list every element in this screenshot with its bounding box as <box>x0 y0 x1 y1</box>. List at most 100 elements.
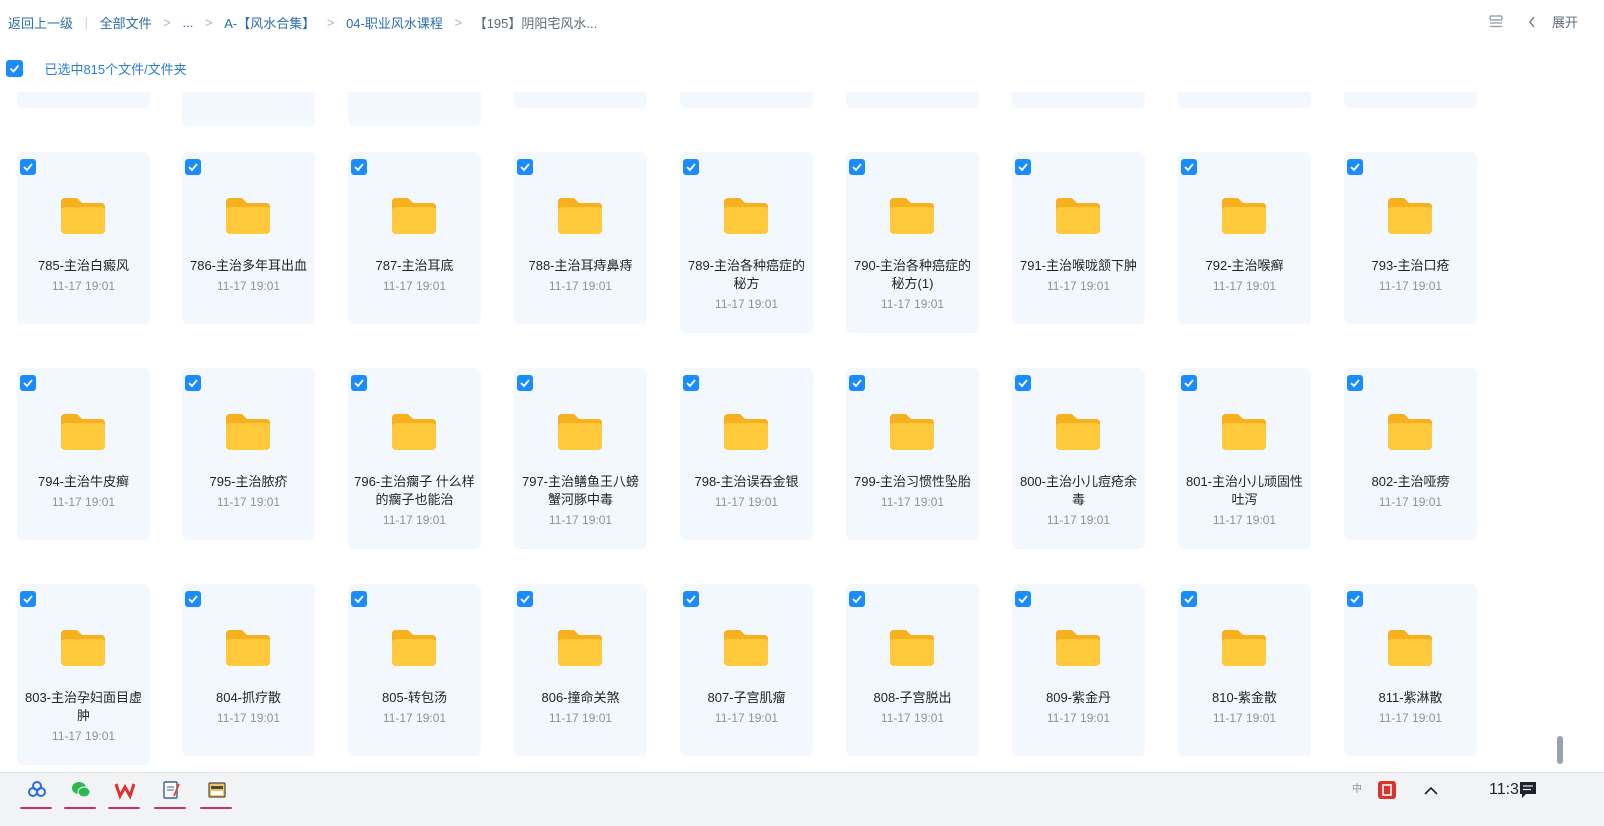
back-link[interactable]: 返回上一级 <box>8 13 73 32</box>
folder-tile[interactable]: 798-主治误吞金银 11-17 19:01 <box>680 368 813 540</box>
security-shield-icon[interactable] <box>1376 779 1398 803</box>
expand-button[interactable]: 展开 <box>1552 12 1578 31</box>
folder-select-checkbox[interactable] <box>1181 591 1197 607</box>
folder-name[interactable]: 810-紫金散 11-17 19:01 <box>1184 689 1305 728</box>
folder-select-checkbox[interactable] <box>351 375 367 391</box>
folder-tile[interactable]: 811-紫淋散 11-17 19:01 <box>1344 584 1477 756</box>
breadcrumb-all-files[interactable]: 全部文件 <box>100 13 152 32</box>
folder-name[interactable]: 787-主治耳底 11-17 19:01 <box>354 257 475 296</box>
folder-name[interactable]: 788-主治耳痔鼻痔 11-17 19:01 <box>520 257 641 296</box>
folder-select-checkbox[interactable] <box>1347 591 1363 607</box>
ime-indicator[interactable]: 中 <box>1352 779 1362 803</box>
folder-tile[interactable]: 801-主治小儿顽固性吐泻 11-17 19:01 <box>1178 368 1311 549</box>
folder-tile[interactable]: 810-紫金散 11-17 19:01 <box>1178 584 1311 756</box>
folder-select-checkbox[interactable] <box>1347 375 1363 391</box>
taskbar-app-button[interactable] <box>104 777 144 809</box>
folder-name[interactable]: 805-转包汤 11-17 19:01 <box>354 689 475 728</box>
folder-select-checkbox[interactable] <box>185 159 201 175</box>
folder-tile[interactable]: 790-主治各种癌症的秘方(1) 11-17 19:01 <box>846 152 979 333</box>
chevron-left-icon[interactable] <box>1528 16 1536 28</box>
folder-name[interactable]: 796-主治瘸子 什么样的瘸子也能治 11-17 19:01 <box>354 473 475 530</box>
folder-name[interactable]: 792-主治喉癣 11-17 19:01 <box>1184 257 1305 296</box>
folder-select-checkbox[interactable] <box>185 375 201 391</box>
folder-tile[interactable]: 793-主治口疮 11-17 19:01 <box>1344 152 1477 324</box>
folder-tile[interactable]: 788-主治耳痔鼻痔 11-17 19:01 <box>514 152 647 324</box>
folder-select-checkbox[interactable] <box>1015 159 1031 175</box>
file-tile-partial[interactable] <box>1344 92 1477 108</box>
select-all-checkbox[interactable] <box>6 60 23 77</box>
folder-name[interactable]: 802-主治哑痨 11-17 19:01 <box>1350 473 1471 512</box>
folder-select-checkbox[interactable] <box>849 375 865 391</box>
folder-tile[interactable]: 799-主治习惯性坠胎 11-17 19:01 <box>846 368 979 540</box>
folder-name[interactable]: 790-主治各种癌症的秘方(1) 11-17 19:01 <box>852 257 973 314</box>
folder-tile[interactable]: 792-主治喉癣 11-17 19:01 <box>1178 152 1311 324</box>
folder-tile[interactable]: 804-抓疗散 11-17 19:01 <box>182 584 315 756</box>
folder-select-checkbox[interactable] <box>20 375 36 391</box>
folder-select-checkbox[interactable] <box>849 159 865 175</box>
folder-name[interactable]: 786-主治多年耳出血 11-17 19:01 <box>188 257 309 296</box>
folder-select-checkbox[interactable] <box>517 159 533 175</box>
folder-tile[interactable]: 785-主治白癜风 11-17 19:01 <box>17 152 150 324</box>
file-tile-partial[interactable] <box>1178 92 1311 108</box>
folder-select-checkbox[interactable] <box>683 159 699 175</box>
folder-name[interactable]: 793-主治口疮 11-17 19:01 <box>1350 257 1471 296</box>
folder-tile[interactable]: 806-撞命关煞 11-17 19:01 <box>514 584 647 756</box>
folder-tile[interactable]: 794-主治牛皮癣 11-17 19:01 <box>17 368 150 540</box>
folder-name[interactable]: 801-主治小儿顽固性吐泻 11-17 19:01 <box>1184 473 1305 530</box>
folder-name[interactable]: 807-子宫肌瘤 11-17 19:01 <box>686 689 807 728</box>
folder-select-checkbox[interactable] <box>351 159 367 175</box>
folder-name[interactable]: 806-撞命关煞 11-17 19:01 <box>520 689 641 728</box>
folder-tile[interactable]: 786-主治多年耳出血 11-17 19:01 <box>182 152 315 324</box>
folder-name[interactable]: 789-主治各种癌症的秘方 11-17 19:01 <box>686 257 807 314</box>
folder-tile[interactable]: 800-主治小儿痘疮余毒 11-17 19:01 <box>1012 368 1145 549</box>
folder-select-checkbox[interactable] <box>1015 375 1031 391</box>
folder-tile[interactable]: 791-主治喉咙颔下肿 11-17 19:01 <box>1012 152 1145 324</box>
folder-name[interactable]: 811-紫淋散 11-17 19:01 <box>1350 689 1471 728</box>
folder-name[interactable]: 794-主治牛皮癣 11-17 19:01 <box>23 473 144 512</box>
folder-select-checkbox[interactable] <box>1181 375 1197 391</box>
folder-name[interactable]: 797-主治鳝鱼王八螃蟹河豚中毒 11-17 19:01 <box>520 473 641 530</box>
folder-select-checkbox[interactable] <box>20 159 36 175</box>
folder-tile[interactable]: 805-转包汤 11-17 19:01 <box>348 584 481 756</box>
folder-name[interactable]: 803-主治孕妇面目虚肿 11-17 19:01 <box>23 689 144 746</box>
folder-name[interactable]: 799-主治习惯性坠胎 11-17 19:01 <box>852 473 973 512</box>
folder-select-checkbox[interactable] <box>351 591 367 607</box>
file-tile-partial[interactable] <box>846 92 979 108</box>
folder-select-checkbox[interactable] <box>20 591 36 607</box>
taskbar-app-button[interactable] <box>196 777 236 809</box>
folder-select-checkbox[interactable] <box>1015 591 1031 607</box>
file-tile-partial[interactable] <box>1012 92 1145 108</box>
folder-tile[interactable]: 807-子宫肌瘤 11-17 19:01 <box>680 584 813 756</box>
folder-name[interactable]: 785-主治白癜风 11-17 19:01 <box>23 257 144 296</box>
folder-name[interactable]: 808-子宫脱出 11-17 19:01 <box>852 689 973 728</box>
folder-select-checkbox[interactable] <box>1347 159 1363 175</box>
folder-select-checkbox[interactable] <box>683 375 699 391</box>
breadcrumb-ellipsis[interactable]: ... <box>183 15 194 30</box>
taskbar-app-button[interactable] <box>60 777 100 809</box>
folder-select-checkbox[interactable] <box>517 591 533 607</box>
breadcrumb-folder-course[interactable]: 04-职业风水课程 <box>346 13 443 32</box>
taskbar-app-button[interactable] <box>150 777 190 809</box>
folder-name[interactable]: 800-主治小儿痘疮余毒 11-17 19:01 <box>1018 473 1139 530</box>
list-view-icon[interactable] <box>1489 15 1503 28</box>
folder-select-checkbox[interactable] <box>185 591 201 607</box>
file-tile-partial[interactable] <box>680 92 813 108</box>
folder-select-checkbox[interactable] <box>849 591 865 607</box>
folder-tile[interactable]: 795-主治脓疥 11-17 19:01 <box>182 368 315 540</box>
folder-select-checkbox[interactable] <box>517 375 533 391</box>
folder-name[interactable]: 804-抓疗散 11-17 19:01 <box>188 689 309 728</box>
folder-name[interactable]: 795-主治脓疥 11-17 19:01 <box>188 473 309 512</box>
folder-tile[interactable]: 797-主治鳝鱼王八螃蟹河豚中毒 11-17 19:01 <box>514 368 647 549</box>
folder-tile[interactable]: 802-主治哑痨 11-17 19:01 <box>1344 368 1477 540</box>
vertical-scrollbar[interactable] <box>1557 92 1565 772</box>
file-tile-partial[interactable] <box>17 92 150 108</box>
notification-icon[interactable] <box>1518 779 1538 803</box>
folder-tile[interactable]: 803-主治孕妇面目虚肿 11-17 19:01 <box>17 584 150 765</box>
file-tile-partial[interactable] <box>514 92 647 108</box>
file-tile-partial[interactable] <box>182 92 315 126</box>
folder-name[interactable]: 809-紫金丹 11-17 19:01 <box>1018 689 1139 728</box>
folder-tile[interactable]: 796-主治瘸子 什么样的瘸子也能治 11-17 19:01 <box>348 368 481 549</box>
folder-tile[interactable]: 808-子宫脱出 11-17 19:01 <box>846 584 979 756</box>
folder-tile[interactable]: 809-紫金丹 11-17 19:01 <box>1012 584 1145 756</box>
folder-select-checkbox[interactable] <box>1181 159 1197 175</box>
